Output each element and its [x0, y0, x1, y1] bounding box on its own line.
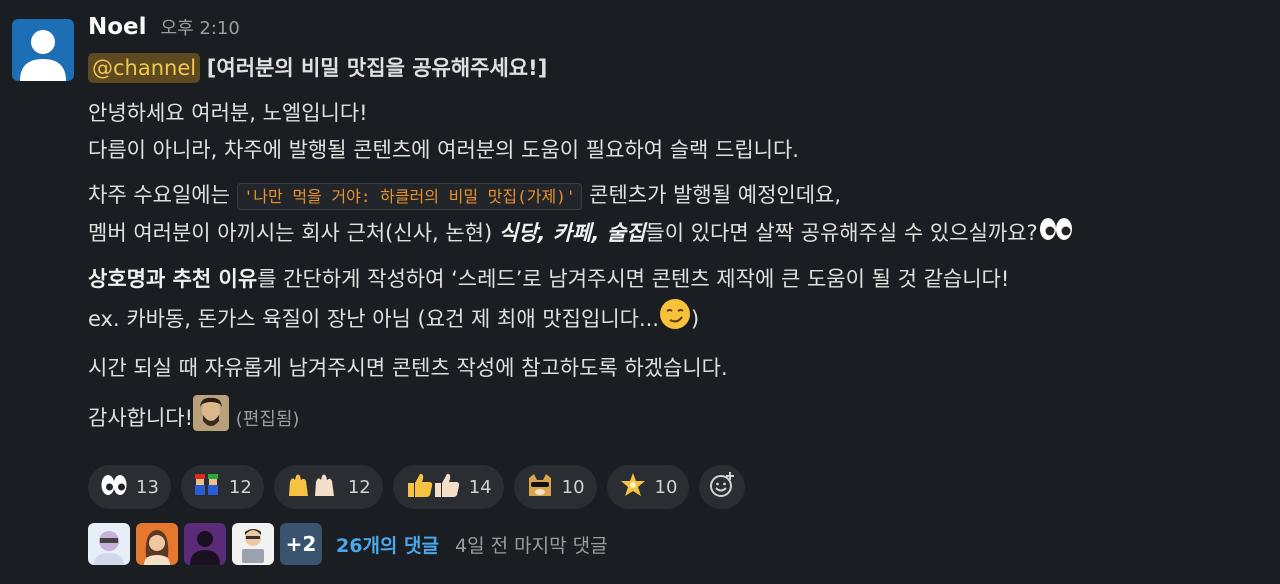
- message-title: [여러분의 비밀 맛집을 공유해주세요!]: [206, 56, 548, 80]
- text-span: 차주 수요일에는: [88, 183, 230, 207]
- star-emoji-icon: [619, 472, 647, 503]
- text-span: 콘텐츠가 발행될 예정인데요,: [589, 183, 842, 207]
- reaction-count: 10: [654, 476, 678, 498]
- text-line: 안녕하세요 여러분, 노엘입니다!: [88, 101, 368, 125]
- reaction-eyes[interactable]: 13: [88, 465, 171, 509]
- thread-reply-count[interactable]: 26개의 댓글: [336, 531, 439, 558]
- eyes-emoji-icon: [100, 474, 128, 501]
- thread-more-participants: +2: [280, 523, 322, 565]
- text-span: 를 간단하게 작성하여 ‘스레드’로 남겨주시면 콘텐츠 제작에 큰 도움이 될…: [257, 266, 1010, 291]
- text-line: ex. 카바동, 돈가스 육질이 장난 아님 (요건 제 최애 맛집입니다...…: [88, 298, 1268, 342]
- thread-participant-avatar: [232, 523, 274, 565]
- reaction-count: 12: [347, 476, 371, 498]
- paragraph-4: 시간 되실 때 자유롭게 남겨주시면 콘텐츠 작성에 참고하도록 하겠습니다.: [88, 350, 1268, 387]
- text-line: 다름이 아니라, 차주에 발행될 콘텐츠에 여러분의 도움이 필요하여 슬랙 드…: [88, 138, 799, 162]
- timestamp[interactable]: 오후 2:10: [161, 14, 240, 40]
- reactions-bar: 13 12 12 14 10 10: [88, 465, 746, 509]
- message-header: Noel 오후 2:10: [88, 14, 1268, 50]
- raised-hands-emoji-icon: [286, 472, 340, 503]
- mario-luigi-emoji-icon: [193, 472, 221, 503]
- reaction-thumbs-up[interactable]: 14: [392, 465, 504, 509]
- reaction-count: 13: [136, 476, 159, 498]
- paragraph-2: 차주 수요일에는 '나만 먹을 거야: 하클러의 비밀 맛집(가제)' 콘텐츠가…: [88, 177, 1268, 253]
- reaction-mario-luigi[interactable]: 12: [180, 465, 264, 509]
- reaction-doge[interactable]: 10: [513, 465, 597, 509]
- eyes-emoji-icon: [1038, 216, 1074, 253]
- keanu-emoji-icon: [193, 394, 230, 443]
- thread-summary[interactable]: +2 26개의 댓글 4일 전 마지막 댓글: [88, 523, 608, 565]
- add-reaction-button[interactable]: [699, 465, 746, 509]
- text-line: 시간 되실 때 자유롭게 남겨주시면 콘텐츠 작성에 참고하도록 하겠습니다.: [88, 355, 728, 380]
- reaction-count: 12: [228, 476, 252, 498]
- default-user-icon: [20, 30, 66, 81]
- text-line: 멤버 여러분이 아끼시는 회사 근처(신사, 논현) 식당, 카페, 술집들이 …: [88, 215, 1268, 253]
- message-title-line: @channel [여러분의 비밀 맛집을 공유해주세요!]: [88, 50, 1268, 87]
- thread-participant-avatar: [88, 523, 130, 565]
- reaction-raised-hands[interactable]: 12: [273, 465, 383, 509]
- inline-code: '나만 먹을 거야: 하클러의 비밀 맛집(가제)': [236, 183, 583, 210]
- channel-mention[interactable]: @channel: [88, 53, 201, 83]
- paragraph-3: 상호명과 추천 이유를 간단하게 작성하여 ‘스레드’로 남겨주시면 콘텐츠 제…: [88, 261, 1268, 342]
- text-line: 상호명과 추천 이유를 간단하게 작성하여 ‘스레드’로 남겨주시면 콘텐츠 제…: [88, 261, 1268, 298]
- thread-participant-avatar: [136, 523, 178, 565]
- thumbs-up-emoji-icon: [405, 471, 461, 504]
- reaction-count: 14: [468, 476, 492, 498]
- paragraph-5: 감사합니다! (편집됨): [88, 394, 1268, 443]
- thread-last-reply: 4일 전 마지막 댓글: [454, 534, 608, 557]
- text-line: 감사합니다! (편집됨): [88, 394, 1268, 443]
- bold-italic-text: 식당, 카페, 술집: [498, 221, 646, 245]
- reaction-count: 10: [561, 476, 585, 498]
- author-avatar[interactable]: [12, 19, 74, 81]
- add-emoji-icon: [708, 471, 736, 504]
- smirk-emoji-icon: [659, 298, 691, 342]
- reaction-star[interactable]: 10: [606, 465, 690, 509]
- bold-text: 상호명과 추천 이유: [88, 266, 258, 291]
- text-span: ): [690, 306, 700, 331]
- thread-participant-avatar: [184, 523, 226, 565]
- edited-label: (편집됨): [235, 408, 300, 430]
- paragraph-1: 안녕하세요 여러분, 노엘입니다! 다름이 아니라, 차주에 발행될 콘텐츠에 …: [88, 95, 1268, 169]
- doge-sunglasses-emoji-icon: [526, 472, 554, 503]
- text-span: 들이 있다면 살짝 공유해주실 수 있으실까요?: [645, 221, 1038, 245]
- text-span: 멤버 여러분이 아끼시는 회사 근처(신사, 논현): [88, 221, 493, 245]
- text-span: 감사합니다!: [88, 405, 194, 430]
- text-line: 차주 수요일에는 '나만 먹을 거야: 하클러의 비밀 맛집(가제)' 콘텐츠가…: [88, 177, 1268, 215]
- author-name[interactable]: Noel: [88, 14, 147, 40]
- message: Noel 오후 2:10 @channel [여러분의 비밀 맛집을 공유해주세…: [88, 14, 1268, 443]
- text-span: ex. 카바동, 돈가스 육질이 장난 아님 (요건 제 최애 맛집입니다...: [88, 306, 659, 331]
